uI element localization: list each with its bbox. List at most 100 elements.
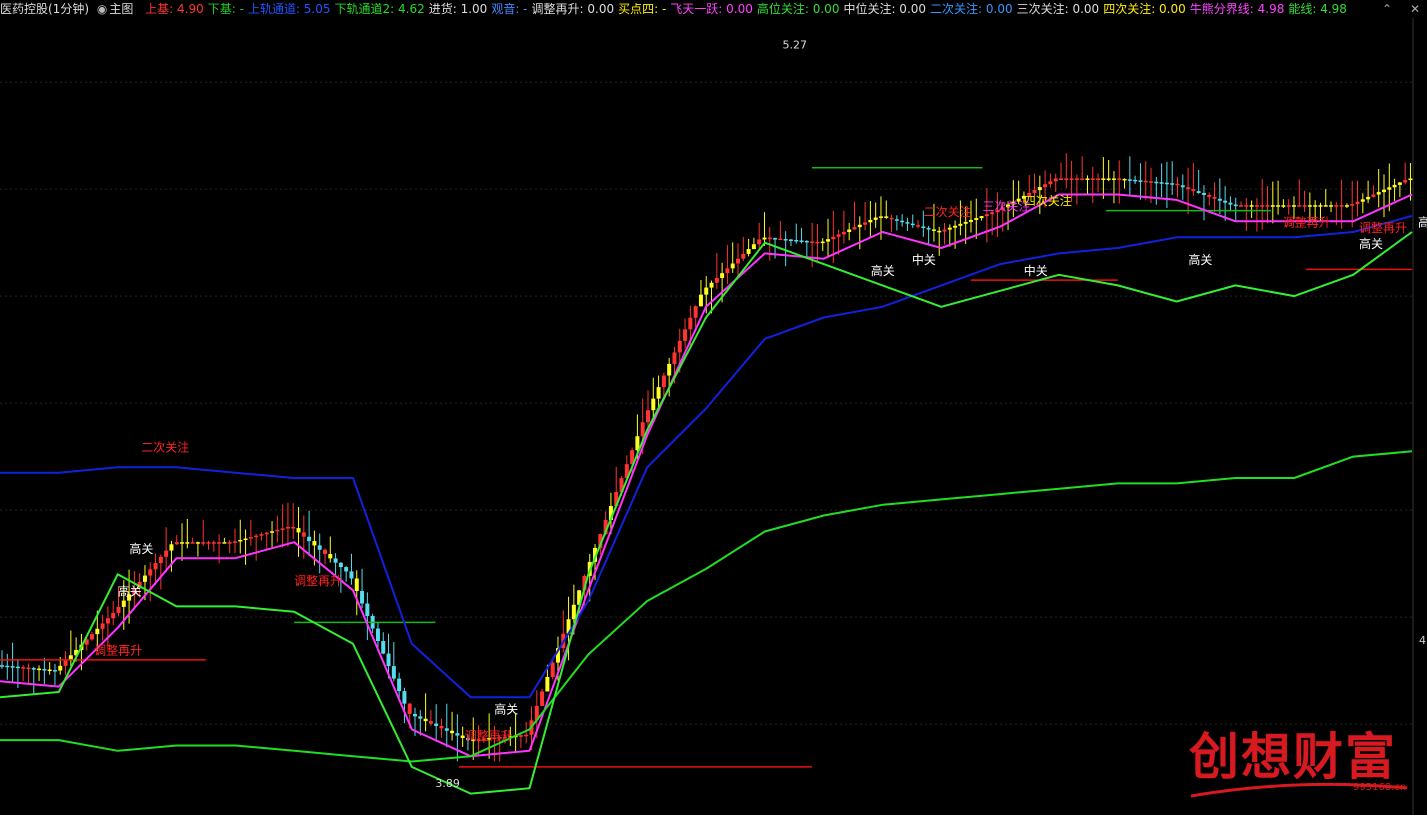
candle-body (714, 277, 719, 283)
candle-body (333, 558, 338, 563)
indicator-10: 中位关注: 0.00 (843, 2, 927, 16)
candle-body (910, 223, 915, 226)
indicator-12: 三次关注: 0.00 (1016, 2, 1100, 16)
signal-label-2: 高关 (118, 584, 142, 599)
candle-body (1170, 183, 1175, 185)
candle-body (836, 234, 841, 237)
candle-body (413, 713, 418, 717)
candle-body (1318, 205, 1323, 207)
candle-body (1307, 205, 1312, 207)
candle-body (15, 666, 20, 669)
candle-body (799, 240, 804, 242)
candle-body (1106, 178, 1111, 180)
candle-body (21, 667, 26, 669)
candle-body (264, 532, 269, 535)
candle-body (884, 216, 889, 218)
candle-body (1053, 178, 1058, 182)
candle-body (736, 258, 741, 264)
signal-label-7: 二次关注 (924, 204, 972, 219)
candle-body (1149, 181, 1154, 183)
candle-body (672, 352, 677, 364)
candle-body (1037, 187, 1042, 191)
candle-body (762, 237, 767, 240)
candle-body (1127, 179, 1132, 181)
candle-body (1090, 178, 1095, 180)
candle-body (1249, 205, 1254, 207)
candle-body (645, 410, 650, 423)
candle-body (857, 224, 862, 228)
candle-body (773, 238, 778, 240)
signal-label-11: 中关 (912, 252, 936, 267)
candle-body (217, 542, 222, 544)
candle-body (667, 363, 672, 376)
candle-body (121, 600, 126, 607)
candle-body (1392, 184, 1397, 188)
candle-body (651, 398, 656, 411)
candle-body (545, 676, 550, 692)
candle-body (375, 628, 380, 642)
candle-body (190, 542, 195, 544)
candle-body (1276, 205, 1281, 207)
candle-body (900, 220, 905, 223)
stock-title[interactable]: 医药控股(1分钟) (0, 2, 89, 16)
candle-body (227, 542, 232, 544)
candle-body (148, 569, 153, 576)
candle-body (810, 241, 815, 243)
candle-body (428, 721, 433, 724)
candle-body (1344, 205, 1349, 207)
candle-body (1403, 180, 1408, 183)
candle-body (1217, 198, 1222, 201)
candle-body (1096, 178, 1101, 180)
candle-body (0, 665, 4, 667)
signal-label-5: 高关 (494, 701, 518, 716)
candle-body (953, 225, 958, 228)
candle-body (312, 541, 317, 546)
candle-body (725, 268, 730, 274)
candle-body (963, 221, 968, 224)
candle-body (661, 375, 666, 388)
candle-layer (0, 153, 1413, 762)
candle-body (1191, 189, 1196, 192)
candle-body (95, 628, 100, 635)
candle-body (1286, 205, 1291, 207)
close-icon[interactable]: ✕ (1410, 1, 1420, 17)
candle-body (974, 218, 979, 220)
indicator-9: 高位关注: 0.00 (756, 2, 840, 16)
signal-label-17: 高关 (1418, 215, 1427, 230)
candle-body (1207, 194, 1212, 197)
candle-body (1043, 184, 1048, 188)
indicator-5: 观音: - (491, 2, 528, 16)
candle-body (1254, 205, 1259, 207)
candle-body (1201, 193, 1206, 195)
candle-body (391, 666, 396, 679)
candle-body (238, 539, 243, 542)
candle-body (847, 229, 852, 232)
candle-body (571, 604, 576, 620)
indicator-1: 下基: - (207, 2, 244, 16)
collapse-chevron-icon[interactable]: ⌃ (1382, 1, 1392, 17)
candle-body (1313, 205, 1318, 207)
main-chart-label[interactable]: ◉ 主图 (97, 2, 138, 16)
signal-label-0: 二次关注 (141, 439, 189, 454)
indicator-7: 买点四: - (618, 2, 667, 16)
candle-body (455, 733, 460, 736)
signal-label-1: 高关 (129, 541, 153, 556)
candle-body (1233, 204, 1238, 207)
candle-body (1032, 190, 1037, 193)
candle-body (365, 603, 370, 617)
candle-body (984, 214, 989, 217)
candle-body (116, 606, 121, 613)
candle-body (783, 239, 788, 241)
candle-body (889, 217, 894, 220)
candle-body (1302, 205, 1307, 207)
candle-body (841, 231, 846, 235)
candle-body (301, 532, 306, 537)
candle-body (1048, 181, 1053, 185)
candle-body (180, 542, 185, 544)
candle-body (5, 665, 10, 668)
candle-body (878, 216, 883, 218)
candle-body (1133, 179, 1138, 182)
candle-body (222, 542, 227, 544)
candle-body (741, 253, 746, 259)
candle-body (1117, 178, 1122, 180)
